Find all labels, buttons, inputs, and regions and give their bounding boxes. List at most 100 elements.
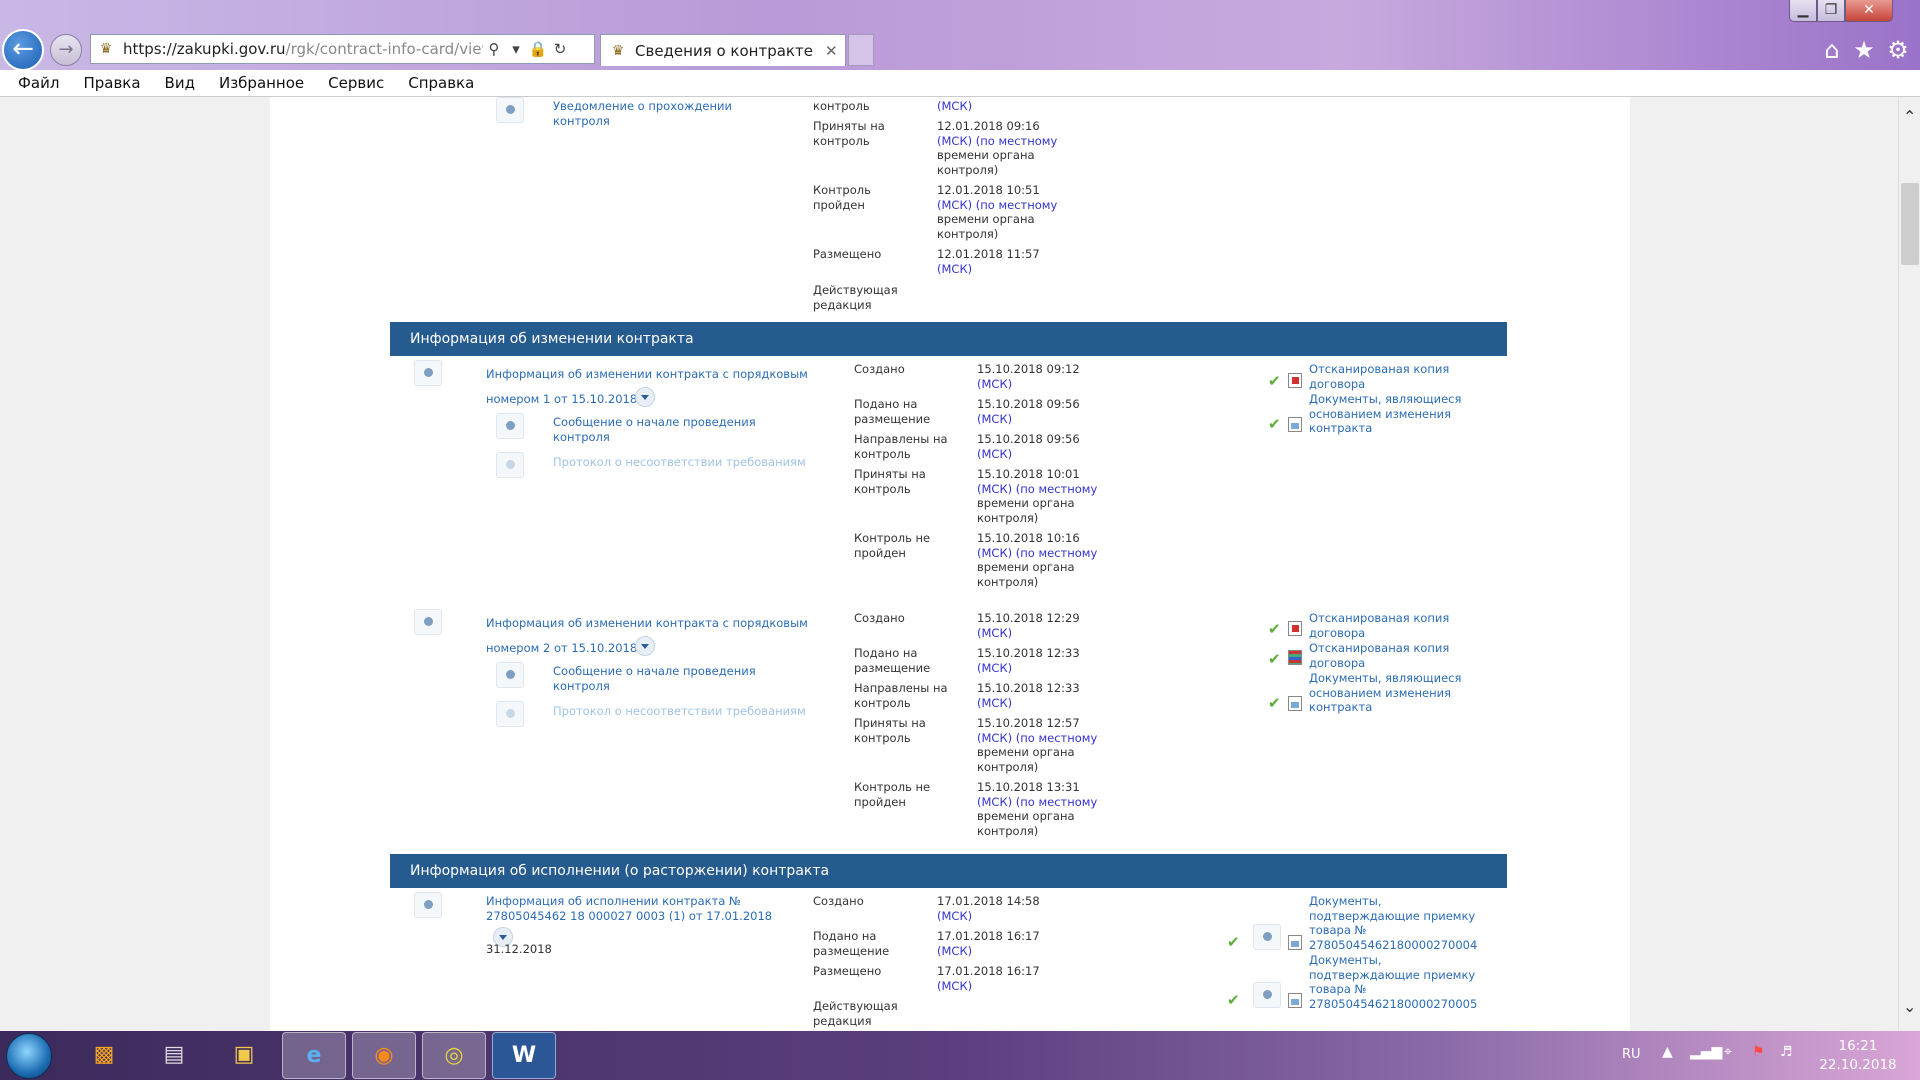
ie-icon[interactable]: e bbox=[282, 1032, 346, 1079]
menu-file[interactable]: Файл bbox=[18, 74, 59, 92]
status-label: Контроль пройден bbox=[813, 183, 871, 212]
document-icon[interactable] bbox=[414, 360, 442, 386]
back-arrow-icon[interactable]: ← bbox=[2, 29, 44, 71]
document-icon[interactable] bbox=[496, 662, 524, 688]
status-label: Направлены на контроль bbox=[854, 681, 948, 710]
document-icon[interactable] bbox=[1253, 924, 1281, 950]
status-label: Приняты на контроль bbox=[813, 119, 885, 148]
firefox-icon[interactable]: ◉ bbox=[352, 1032, 416, 1079]
status-label: контроль bbox=[813, 99, 870, 113]
document-link[interactable]: Документы, подтверждающие приемку товара №… bbox=[1309, 953, 1477, 1011]
document-link[interactable]: Документы, являющиеся основанием изменени… bbox=[1309, 392, 1461, 436]
execution-item-link[interactable]: Информация об исполнении контракта № 2780… bbox=[486, 894, 772, 923]
folder-icon[interactable]: ▣ bbox=[212, 1032, 276, 1079]
control-start-link[interactable]: Сообщение о начале проведения контроля bbox=[553, 664, 756, 693]
document-icon[interactable] bbox=[414, 892, 442, 918]
menu-edit[interactable]: Правка bbox=[83, 74, 140, 92]
status-label: Приняты на контроль bbox=[854, 716, 926, 745]
notice-control-link[interactable]: Уведомление о прохождении контроля bbox=[553, 99, 732, 128]
search-icon[interactable]: ⚲ bbox=[483, 38, 505, 60]
document-icon[interactable] bbox=[496, 701, 524, 727]
document-icon[interactable] bbox=[496, 413, 524, 439]
tab-title: Сведения о контракте bbox=[635, 41, 813, 60]
tab-contract-info[interactable]: ♛ Сведения о контракте ✕ bbox=[600, 34, 846, 66]
status-value: 15.10.2018 12:29 (МСК) bbox=[977, 611, 1080, 640]
document-icon[interactable] bbox=[496, 97, 524, 123]
new-tab-button[interactable] bbox=[848, 34, 874, 66]
noncompliance-protocol-link[interactable]: Протокол о несоответствии требованиям bbox=[553, 455, 806, 470]
status-value: 12.01.2018 11:57 (МСК) bbox=[937, 247, 1040, 276]
menu-tools[interactable]: Сервис bbox=[328, 74, 384, 92]
refresh-icon[interactable]: ↻ bbox=[549, 38, 571, 60]
app-launcher-icon[interactable]: ▩ bbox=[72, 1032, 136, 1079]
minimize-button[interactable]: ▁ bbox=[1789, 0, 1817, 22]
noncompliance-protocol-link[interactable]: Протокол о несоответствии требованиям bbox=[553, 704, 806, 719]
image-file-icon bbox=[1288, 935, 1302, 950]
document-link[interactable]: Отсканированая копия договора bbox=[1309, 362, 1449, 391]
status-label: Действующая редакция bbox=[813, 999, 898, 1028]
site-emblem-icon: ♛ bbox=[611, 42, 625, 59]
page-body: Уведомление о прохождении контроля контро… bbox=[270, 97, 1630, 1031]
document-link[interactable]: Документы, подтверждающие приемку товара №… bbox=[1309, 894, 1477, 952]
status-label: Контроль не пройден bbox=[854, 780, 931, 809]
status-value: 15.10.2018 12:33 (МСК) bbox=[977, 646, 1080, 675]
status-label: Создано bbox=[854, 362, 905, 376]
status-label: Создано bbox=[813, 894, 864, 908]
scroll-down-icon[interactable]: ⌄ bbox=[1903, 997, 1916, 1016]
status-value: 17.01.2018 16:17 (МСК) bbox=[937, 929, 1040, 958]
browser-chrome: ▁ ❐ ✕ ← → ♛ https://zakupki.gov.ru/rgk/c… bbox=[0, 0, 1920, 97]
site-emblem-icon: ♛ bbox=[99, 41, 113, 57]
alert-flag-icon[interactable]: ⚑ bbox=[1752, 1044, 1765, 1060]
status-value: 17.01.2018 14:58 (МСК) bbox=[937, 894, 1040, 923]
maximize-button[interactable]: ❐ bbox=[1817, 0, 1845, 22]
page-viewport: Уведомление о прохождении контроля контро… bbox=[0, 97, 1898, 1031]
vertical-scrollbar[interactable]: ⌃ ⌄ bbox=[1898, 97, 1920, 1031]
network-icon[interactable]: ⌖ bbox=[1724, 1044, 1732, 1060]
start-orb-icon[interactable] bbox=[6, 1033, 52, 1079]
chevron-down-icon[interactable]: ▾ bbox=[505, 38, 527, 60]
check-icon: ✔ bbox=[1268, 650, 1281, 668]
language-indicator[interactable]: RU bbox=[1622, 1047, 1641, 1062]
document-link[interactable]: Документы, являющиеся основанием изменени… bbox=[1309, 671, 1461, 715]
chrome-icon[interactable]: ◎ bbox=[422, 1032, 486, 1079]
check-icon: ✔ bbox=[1268, 694, 1281, 712]
forward-arrow-icon[interactable]: → bbox=[50, 34, 82, 66]
chevron-down-icon[interactable] bbox=[635, 636, 655, 656]
clock[interactable]: 16:21 22.10.2018 bbox=[1808, 1037, 1908, 1075]
clock-time: 16:21 bbox=[1838, 1038, 1878, 1054]
close-window-button[interactable]: ✕ bbox=[1845, 0, 1893, 22]
status-label: Действующая редакция bbox=[813, 283, 898, 312]
lock-icon[interactable]: 🔒 bbox=[527, 38, 549, 60]
menu-view[interactable]: Вид bbox=[165, 74, 195, 92]
scroll-thumb[interactable] bbox=[1901, 183, 1919, 265]
document-link[interactable]: Отсканированая копия договора bbox=[1309, 641, 1449, 670]
document-icon[interactable] bbox=[496, 452, 524, 478]
url-path: /rgk/contract-info-card/view.html? bbox=[285, 40, 483, 58]
image-file-icon bbox=[1288, 417, 1302, 432]
document-icon[interactable] bbox=[1253, 982, 1281, 1008]
close-icon[interactable]: ✕ bbox=[825, 42, 845, 60]
document-icon[interactable] bbox=[414, 609, 442, 635]
tray-expand-icon[interactable]: ▲ bbox=[1662, 1044, 1673, 1060]
word-icon[interactable]: W bbox=[492, 1032, 556, 1079]
chevron-down-icon[interactable] bbox=[635, 387, 655, 407]
menu-help[interactable]: Справка bbox=[408, 74, 474, 92]
signal-icon[interactable]: ▂▄▆ bbox=[1690, 1044, 1722, 1060]
menu-favorites[interactable]: Избранное bbox=[219, 74, 304, 92]
status-value: 15.10.2018 09:56 (МСК) bbox=[977, 432, 1080, 461]
status-label: Подано на размещение bbox=[813, 929, 890, 958]
home-icon[interactable]: ⌂ bbox=[1818, 36, 1846, 64]
volume-icon[interactable]: ♬ bbox=[1780, 1044, 1793, 1060]
address-bar[interactable]: ♛ https://zakupki.gov.ru/rgk/contract-in… bbox=[90, 34, 595, 64]
document-link[interactable]: Отсканированая копия договора bbox=[1309, 611, 1449, 640]
star-icon[interactable]: ★ bbox=[1850, 36, 1878, 64]
gear-icon[interactable]: ⚙ bbox=[1884, 36, 1912, 64]
status-value: 15.10.2018 12:33 (МСК) bbox=[977, 681, 1080, 710]
scanner-icon[interactable]: ▤ bbox=[142, 1032, 206, 1079]
status-value: 17.01.2018 16:17 (МСК) bbox=[937, 964, 1040, 993]
scroll-up-icon[interactable]: ⌃ bbox=[1903, 107, 1916, 126]
control-start-link[interactable]: Сообщение о начале проведения контроля bbox=[553, 415, 756, 444]
status-label: Приняты на контроль bbox=[854, 467, 926, 496]
section-header-changes: Информация об изменении контракта bbox=[390, 322, 1507, 356]
taskbar: ▩ ▤ ▣ e ◉ ◎ W RU ▲ ▂▄▆ ⌖ ⚑ ♬ 16:21 22.10.… bbox=[0, 1031, 1920, 1080]
